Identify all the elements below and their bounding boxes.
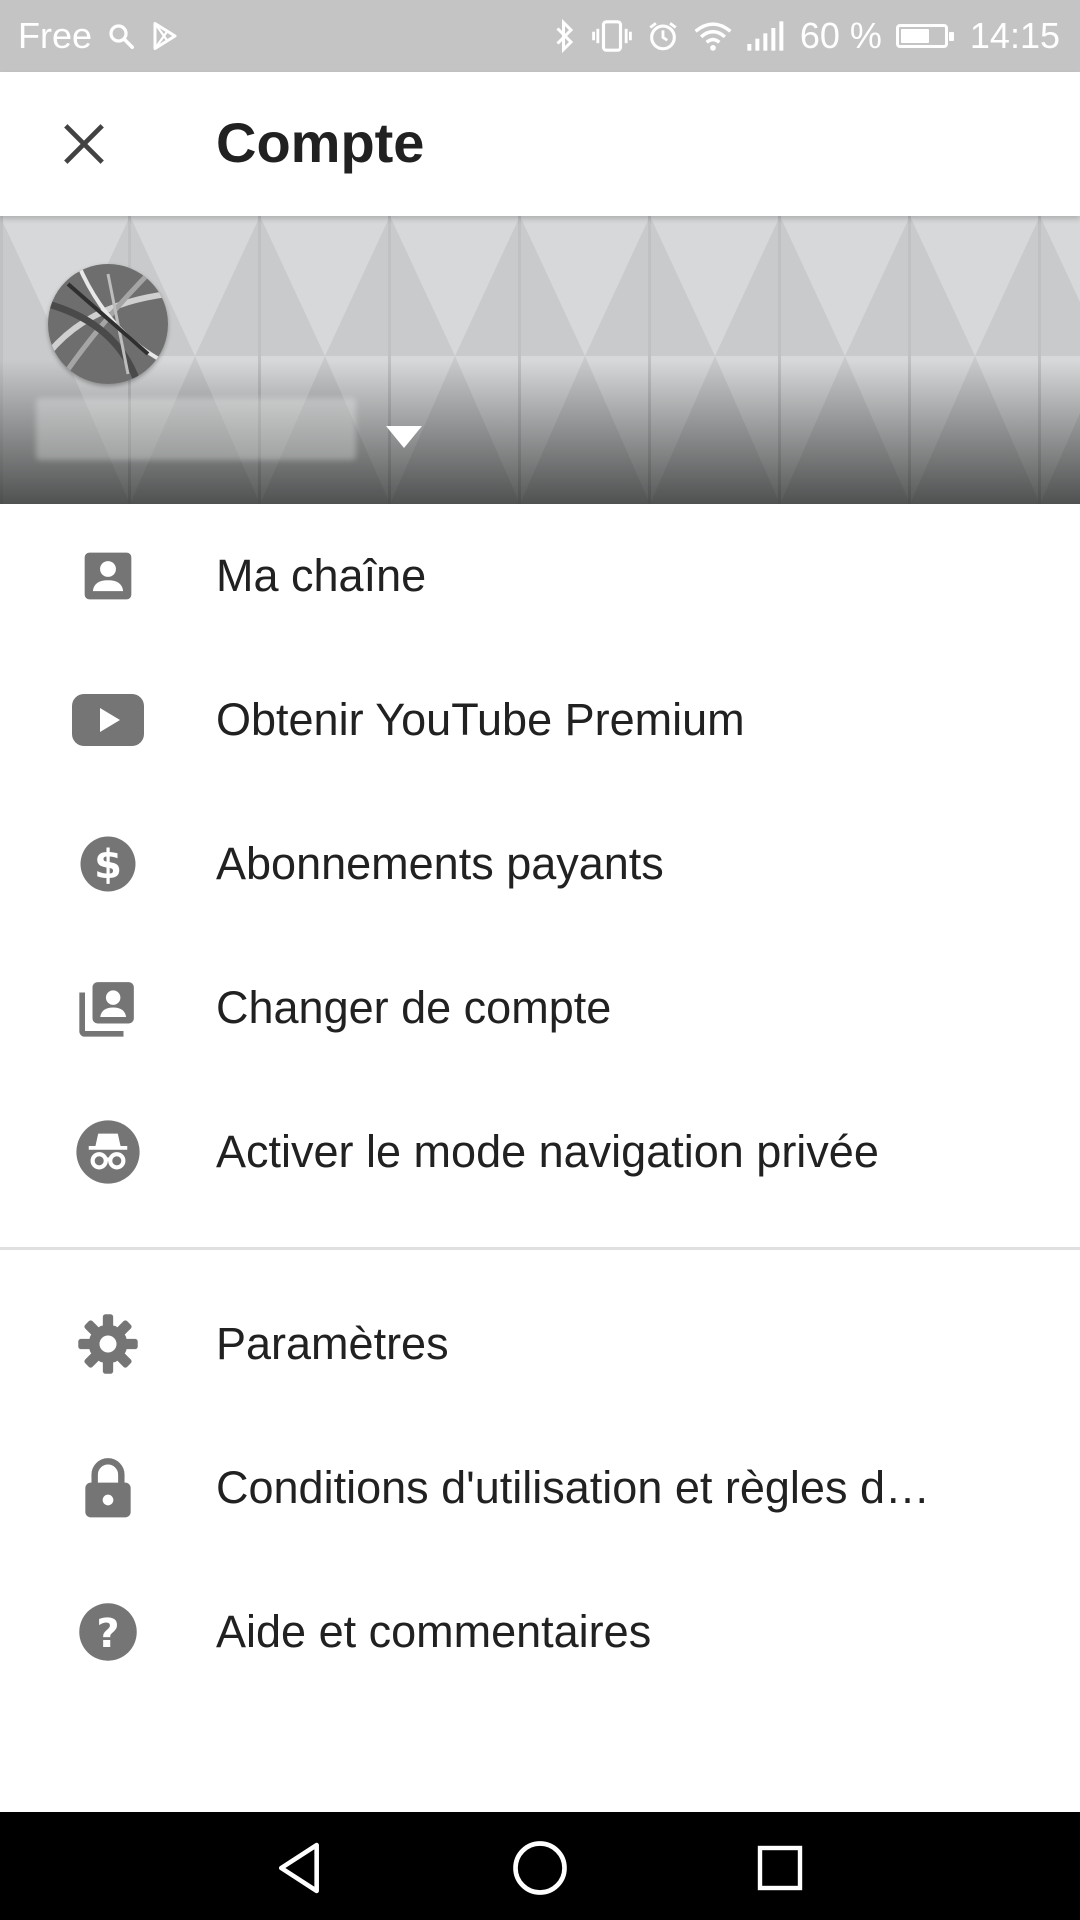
menu-item-label: Ma chaîne — [216, 550, 427, 601]
menu-item-label: Abonnements payants — [216, 838, 664, 889]
switch-account-icon — [72, 978, 144, 1038]
status-right: 60 % 14:15 — [552, 15, 1060, 57]
system-nav-bar — [0, 1812, 1080, 1920]
incognito-icon — [72, 1120, 144, 1184]
menu-item-label: Conditions d'utilisation et règles d… — [216, 1462, 930, 1513]
avatar[interactable] — [48, 264, 168, 384]
help-icon: ? — [72, 1602, 144, 1662]
back-icon — [278, 1842, 319, 1894]
svg-text:?: ? — [96, 1611, 119, 1657]
recents-icon — [757, 1845, 803, 1891]
vibrate-icon — [592, 20, 632, 52]
close-icon — [64, 124, 104, 164]
gear-icon — [72, 1314, 144, 1374]
menu-item-conditions[interactable]: Conditions d'utilisation et règles d… — [0, 1416, 1080, 1560]
lock-icon — [72, 1458, 144, 1518]
close-button[interactable] — [54, 114, 114, 174]
back-button[interactable] — [268, 1836, 332, 1900]
clock: 14:15 — [969, 15, 1060, 56]
status-bar: Free 60 % 14:15 — [0, 0, 1080, 72]
recents-button[interactable] — [748, 1836, 812, 1900]
svg-text:$: $ — [94, 842, 122, 888]
menu-item-parametres[interactable]: Paramètres — [0, 1272, 1080, 1416]
header-banner — [0, 216, 1080, 504]
signal-icon — [747, 21, 784, 51]
account-header[interactable] — [0, 216, 1080, 504]
menu-item-abonnements-payants[interactable]: $ Abonnements payants — [0, 792, 1080, 936]
dropdown-arrow-icon[interactable] — [384, 422, 424, 452]
menu-item-changer-compte[interactable]: Changer de compte — [0, 936, 1080, 1080]
bluetooth-icon — [556, 18, 573, 54]
battery-icon — [895, 24, 954, 48]
person-icon — [72, 546, 144, 606]
battery-level — [900, 29, 929, 43]
app-bar: Compte — [0, 72, 1080, 216]
youtube-play-icon — [72, 690, 144, 750]
menu-item-navigation-privee[interactable]: Activer le mode navigation privée — [0, 1080, 1080, 1224]
home-icon — [513, 1841, 567, 1895]
menu-item-label: Aide et commentaires — [216, 1606, 652, 1657]
account-name-redacted — [36, 398, 356, 460]
page-title: Compte — [216, 111, 425, 174]
wifi-icon — [694, 22, 732, 51]
menu-item-label: Activer le mode navigation privée — [216, 1126, 879, 1177]
battery-percent: 60 % — [799, 15, 882, 56]
menu-item-aide[interactable]: ? Aide et commentaires — [0, 1560, 1080, 1704]
carrier-label: Free — [18, 15, 93, 56]
alarm-icon — [649, 22, 677, 51]
play-store-icon — [153, 22, 177, 50]
menu-divider — [0, 1247, 1080, 1250]
search-icon — [109, 24, 135, 49]
menu-item-label: Obtenir YouTube Premium — [216, 694, 745, 745]
home-button[interactable] — [508, 1836, 572, 1900]
secondary-menu: Paramètres Conditions d'utilisation et r… — [0, 1272, 1080, 1704]
avatar-image — [48, 264, 168, 384]
status-left: Free — [18, 15, 180, 57]
menu-item-label: Changer de compte — [216, 982, 612, 1033]
dollar-icon: $ — [72, 834, 144, 894]
account-menu: Ma chaîne Obtenir YouTube Premium $ Abon… — [0, 504, 1080, 1224]
menu-item-label: Paramètres — [216, 1318, 449, 1369]
menu-item-ma-chaine[interactable]: Ma chaîne — [0, 504, 1080, 648]
menu-item-youtube-premium[interactable]: Obtenir YouTube Premium — [0, 648, 1080, 792]
